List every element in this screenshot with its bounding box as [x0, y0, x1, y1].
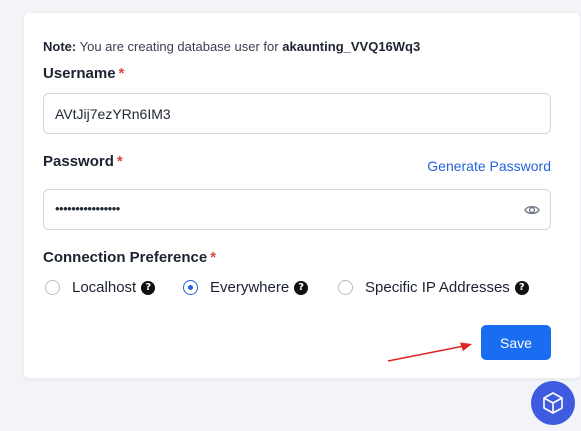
password-masked-value: ••••••••••••••••: [55, 201, 120, 216]
connection-preference-label: Connection Preference *: [43, 249, 216, 266]
radio-button-selected[interactable]: [183, 280, 198, 295]
password-label-text: Password: [43, 153, 114, 170]
help-icon[interactable]: ?: [141, 280, 156, 295]
note-database-name: akaunting_VVQ16Wq3: [282, 39, 421, 54]
eye-icon[interactable]: [524, 202, 540, 218]
help-icon[interactable]: ?: [294, 280, 309, 295]
radio-button[interactable]: [338, 280, 353, 295]
annotation-arrow-icon: [387, 342, 472, 362]
username-value: AVtJij7ezYRn6IM3: [55, 106, 171, 122]
generate-password-link[interactable]: Generate Password: [427, 158, 551, 174]
username-label: Username *: [43, 65, 124, 82]
note-message: You are creating database user for: [79, 39, 279, 54]
radio-label: Everywhere: [210, 279, 290, 296]
note-prefix: Note:: [43, 39, 77, 54]
save-button[interactable]: Save: [481, 325, 551, 360]
create-db-user-card: Note: You are creating database user for…: [23, 12, 581, 379]
note-text: Note: You are creating database user for…: [43, 39, 420, 54]
required-mark: *: [210, 249, 217, 266]
cube-icon: [543, 392, 563, 414]
radio-specific-ip[interactable]: Specific IP Addresses ?: [338, 279, 529, 296]
required-mark: *: [118, 65, 125, 82]
password-label: Password *: [43, 153, 123, 170]
radio-label: Localhost: [72, 279, 137, 296]
password-input[interactable]: ••••••••••••••••: [43, 189, 551, 230]
floating-cube-button[interactable]: [531, 381, 575, 425]
connection-label-text: Connection Preference: [43, 249, 208, 266]
radio-button[interactable]: [45, 280, 60, 295]
required-mark: *: [116, 153, 123, 170]
help-icon[interactable]: ?: [514, 280, 529, 295]
radio-localhost[interactable]: Localhost ?: [45, 279, 156, 296]
username-label-text: Username: [43, 65, 116, 82]
radio-everywhere[interactable]: Everywhere ?: [183, 279, 309, 296]
username-input[interactable]: AVtJij7ezYRn6IM3: [43, 93, 551, 134]
radio-label: Specific IP Addresses: [365, 279, 510, 296]
